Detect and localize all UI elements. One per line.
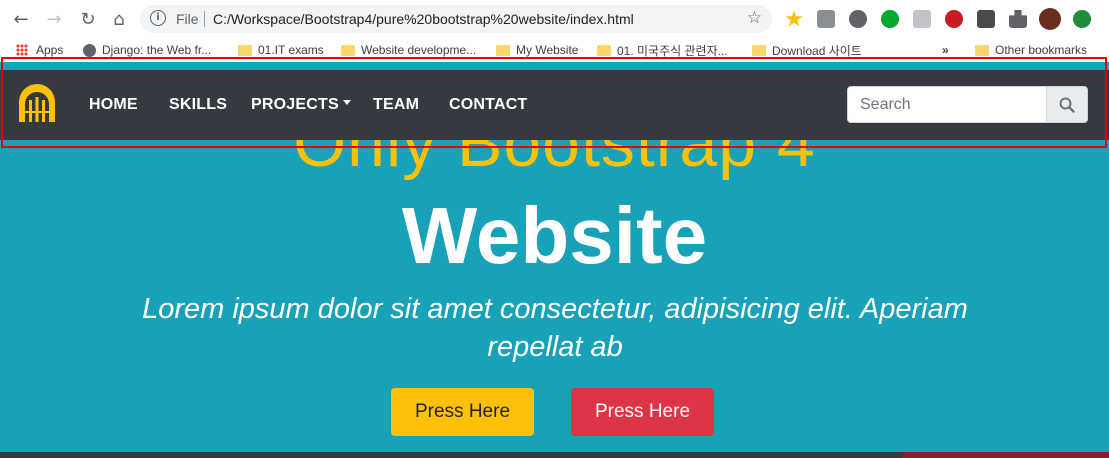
- press-here-button-red[interactable]: Press Here: [571, 388, 714, 436]
- url-text[interactable]: C:/Workspace/Bootstrap4/pure%20bootstrap…: [213, 11, 634, 27]
- search-button[interactable]: [1046, 86, 1088, 123]
- bookmark-star-icon[interactable]: ☆: [747, 8, 762, 28]
- folder-icon: [752, 44, 766, 56]
- evernote-icon[interactable]: [881, 10, 899, 28]
- reload-icon[interactable]: ↻: [76, 7, 100, 31]
- nav-contact-link[interactable]: CONTACT: [449, 96, 527, 114]
- nav-home-link[interactable]: HOME: [89, 96, 138, 114]
- search-input[interactable]: [847, 86, 1047, 123]
- scheme-label: File: [176, 11, 199, 27]
- extension-icon[interactable]: [977, 10, 995, 28]
- avatar[interactable]: [1039, 8, 1061, 30]
- section-divider-accent: [903, 452, 1109, 458]
- extension-icon[interactable]: [913, 10, 931, 28]
- bookmark-other[interactable]: Other bookmarks: [975, 42, 1087, 58]
- bookmarks-bar: Apps Django: the Web fr... 01.IT exams W…: [0, 38, 1109, 62]
- address-bar[interactable]: i File C:/Workspace/Bootstrap4/pure%20bo…: [140, 5, 772, 33]
- hero-lead-text: Lorem ipsum dolor sit amet consectetur, …: [142, 293, 968, 363]
- brand-logo-icon[interactable]: [16, 82, 58, 124]
- extension-icon[interactable]: [945, 10, 963, 28]
- home-icon[interactable]: ⌂: [107, 7, 131, 31]
- nav-projects-dropdown[interactable]: PROJECTS: [251, 96, 351, 114]
- forward-arrow-icon[interactable]: →: [42, 7, 66, 31]
- browser-toolbar: ← → ↻ ⌂ i File C:/Workspace/Bootstrap4/p…: [0, 0, 1109, 38]
- folder-icon: [496, 44, 510, 56]
- favorites-extension-icon[interactable]: [785, 10, 803, 27]
- bookmark-website-development[interactable]: Website developme...: [341, 42, 476, 58]
- bookmark-us-stocks[interactable]: 01. 미국주식 관련자...: [597, 42, 728, 58]
- update-icon[interactable]: [1073, 10, 1091, 28]
- bookmark-django[interactable]: Django: the Web fr...: [83, 42, 211, 58]
- back-arrow-icon[interactable]: ←: [9, 7, 33, 31]
- bookmark-apps[interactable]: Apps: [16, 42, 63, 58]
- bookmarks-overflow-button[interactable]: »: [942, 42, 949, 58]
- folder-icon: [238, 44, 252, 56]
- address-separator: [204, 11, 205, 27]
- site-navbar: HOME SKILLS PROJECTS TEAM CONTACT: [0, 70, 1109, 140]
- bookmark-my-website[interactable]: My Website: [496, 42, 578, 58]
- bookmark-download-sites[interactable]: Download 사이트: [752, 42, 862, 58]
- nav-skills-link[interactable]: SKILLS: [169, 96, 227, 114]
- apps-grid-icon: [16, 44, 28, 56]
- extension-icon[interactable]: [817, 10, 835, 28]
- info-icon[interactable]: i: [150, 10, 166, 26]
- nav-team-link[interactable]: TEAM: [373, 96, 419, 114]
- press-here-button-yellow[interactable]: Press Here: [391, 388, 534, 436]
- folder-icon: [341, 44, 355, 56]
- caret-down-icon: [342, 100, 351, 106]
- bookmark-it-exams[interactable]: 01.IT exams: [238, 42, 324, 58]
- puzzle-icon[interactable]: [1009, 10, 1027, 28]
- sync-extension-icon[interactable]: [849, 10, 867, 28]
- hero-title: Website: [401, 191, 708, 280]
- search-icon: [1059, 97, 1075, 113]
- globe-icon: [83, 43, 96, 57]
- folder-icon: [975, 44, 989, 56]
- folder-icon: [597, 44, 611, 56]
